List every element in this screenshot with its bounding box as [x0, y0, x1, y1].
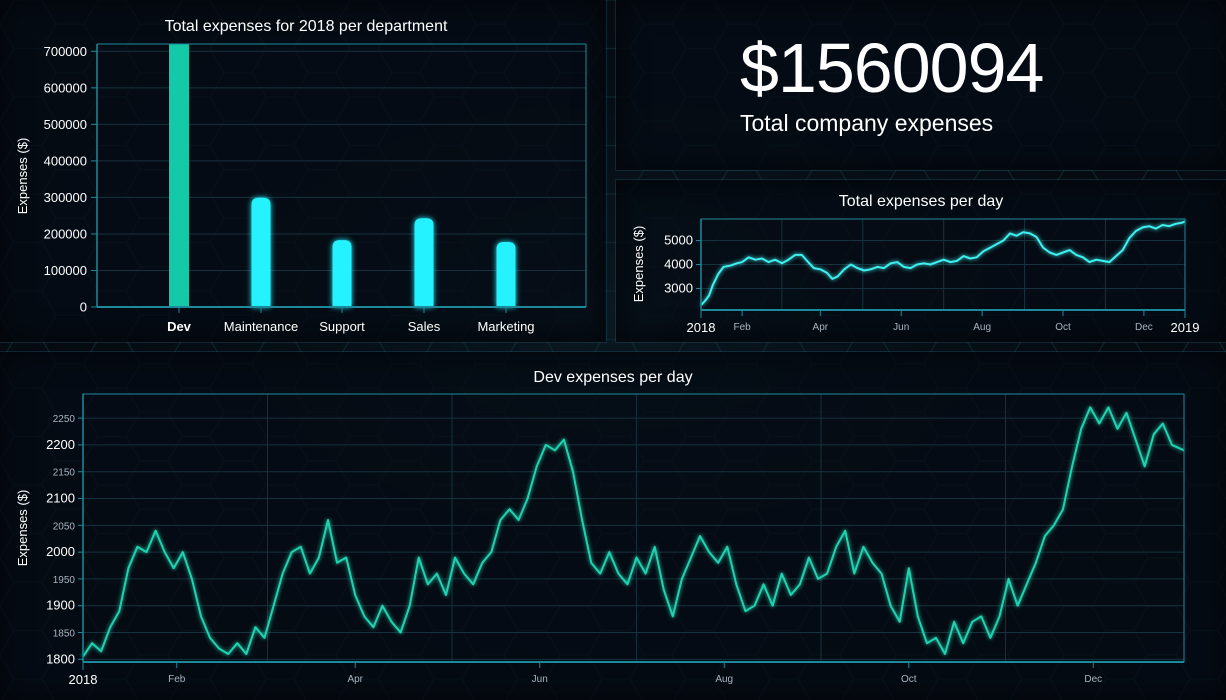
- y-tick-label: 2150: [53, 468, 76, 479]
- y-tick-label: 2100: [46, 491, 75, 506]
- x-tick-label: Oct: [901, 674, 917, 685]
- chart-title: Dev expenses per day: [533, 369, 692, 386]
- x-tick-label: Apr: [347, 674, 363, 685]
- x-tick-label: Dec: [1084, 674, 1102, 685]
- y-tick-label: 1850: [53, 629, 76, 640]
- x-tick-label: 2018: [69, 672, 98, 687]
- x-tick-label: Feb: [168, 674, 186, 685]
- y-ticks: 1800 1850 1900 1950 2000 2050 2100 2150 2200 2250: [46, 414, 83, 666]
- axes: [82, 393, 1185, 663]
- x-ticks: Feb Apr Jun Aug Oct Dec 2018: [69, 662, 1102, 687]
- dev-expenses-line-chart: Dev expenses per day Expenses ($) 180018…: [15, 369, 1185, 687]
- y-tick-label: 2050: [53, 521, 76, 532]
- plot-border: [82, 393, 1185, 663]
- y-tick-label: 2250: [53, 414, 76, 425]
- x-tick-label: Jun: [532, 674, 548, 685]
- y-tick-label: 1800: [46, 651, 75, 666]
- y-tick-label: 1900: [46, 598, 75, 613]
- y-axis-title: Expenses ($): [15, 490, 30, 567]
- x-tick-label: Aug: [715, 674, 733, 685]
- grid: [83, 394, 1184, 662]
- y-tick-label: 2200: [46, 437, 75, 452]
- y-tick-label: 2000: [46, 544, 75, 559]
- y-tick-label: 1950: [53, 575, 76, 586]
